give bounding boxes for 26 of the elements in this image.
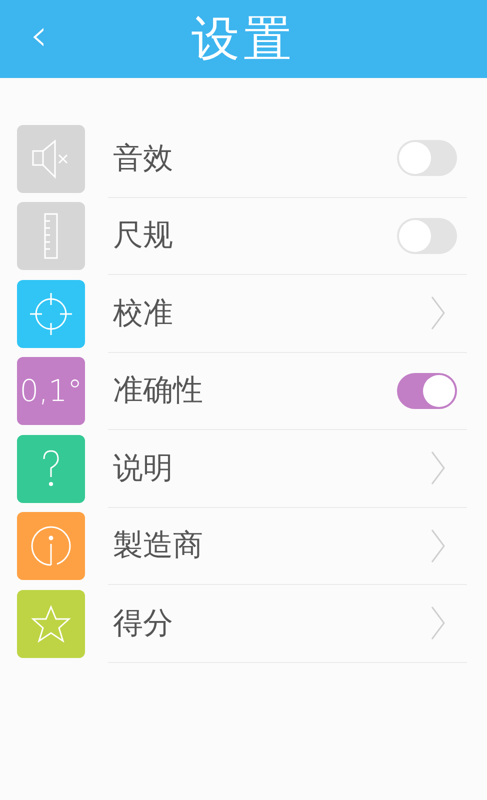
setting-label: 尺规 — [113, 217, 173, 256]
ruler-icon — [43, 213, 59, 260]
settings-row[interactable]: 製造商 — [108, 507, 467, 586]
icon-label: 0,1° — [20, 374, 82, 409]
settings-row[interactable]: 准确性 — [108, 352, 467, 430]
settings-row[interactable]: 得分 — [108, 584, 467, 662]
setting-label: 准确性 — [113, 372, 203, 410]
page-title: 设置 — [192, 10, 296, 69]
chevron-right-icon — [431, 451, 445, 486]
settings-row[interactable]: 音效 — [108, 120, 467, 198]
settings-row[interactable]: 校准 — [108, 274, 467, 353]
star-icon — [31, 604, 71, 644]
crosshair-icon — [28, 290, 74, 337]
setting-label: 音效 — [113, 140, 173, 178]
chevron-right-icon — [431, 296, 445, 330]
chevron-right-icon — [431, 528, 445, 563]
chevron-right-icon — [431, 606, 445, 640]
settings-row[interactable]: 说明 — [108, 430, 467, 508]
setting-label: 说明 — [113, 450, 173, 488]
toggle-switch[interactable] — [397, 372, 457, 409]
question-icon — [41, 448, 61, 489]
settings-row[interactable]: 尺规 — [108, 197, 467, 276]
info-icon — [30, 525, 72, 568]
setting-label: 校准 — [113, 294, 173, 333]
setting-label: 得分 — [113, 604, 173, 643]
setting-label: 製造商 — [113, 527, 203, 566]
